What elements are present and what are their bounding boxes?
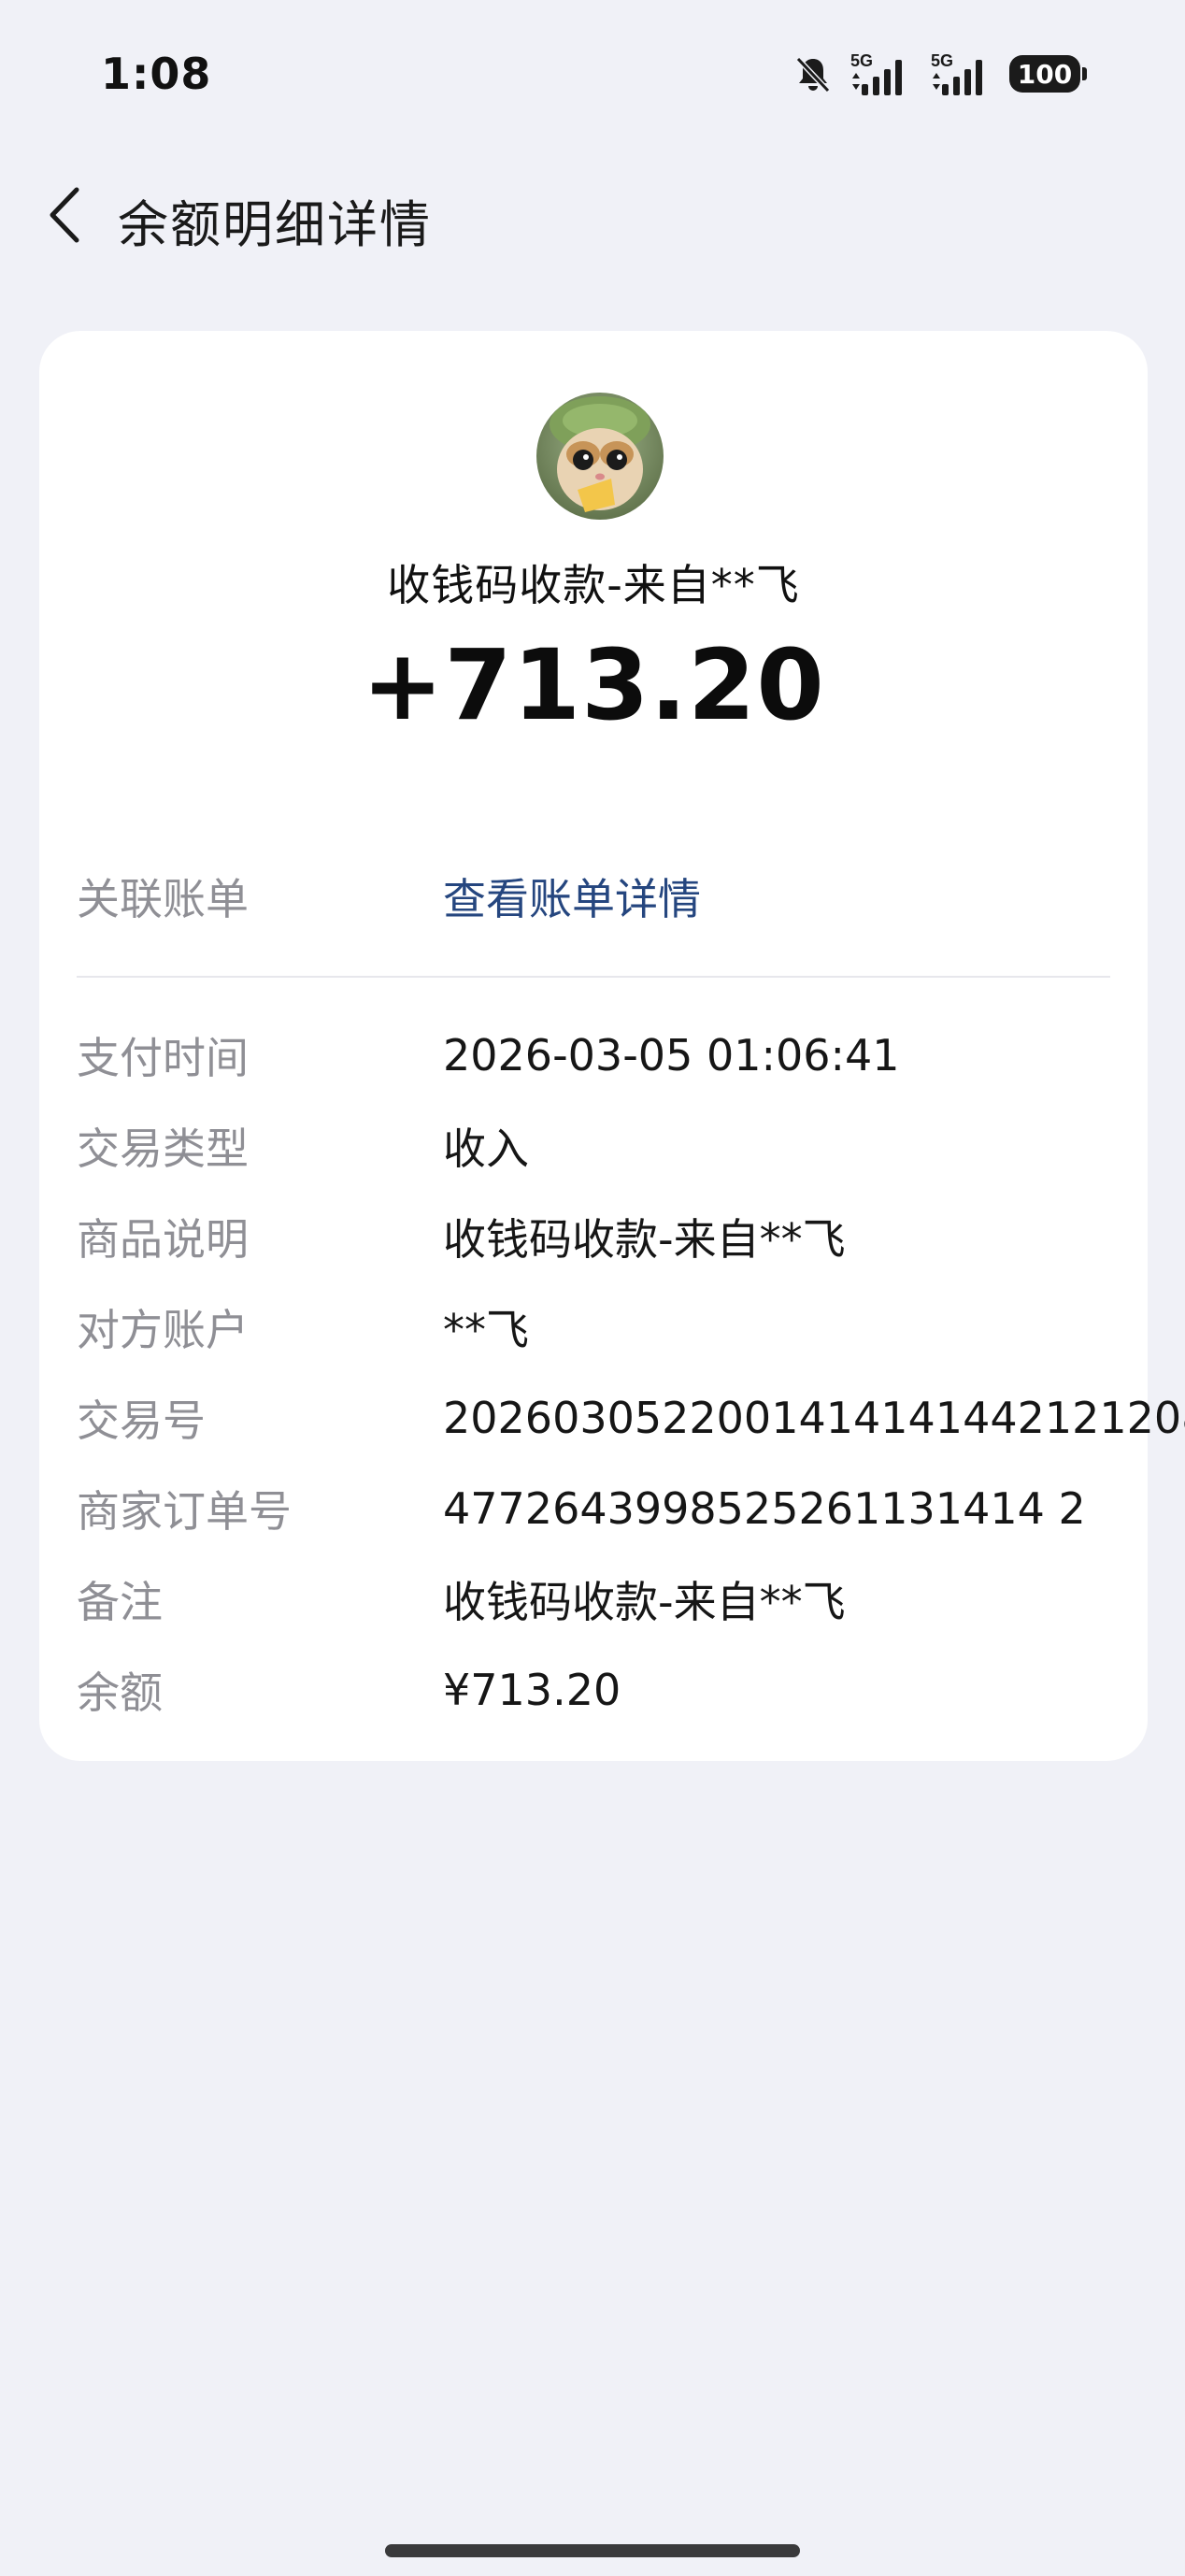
detail-label: 交易类型 bbox=[77, 1123, 249, 1174]
status-bar: 1:08 5G 5G 100 bbox=[0, 0, 1185, 159]
detail-label: 商品说明 bbox=[77, 1214, 249, 1265]
avatar bbox=[536, 393, 664, 520]
battery-icon: 100 bbox=[1009, 55, 1087, 93]
related-bill-row: 关联账单 查看账单详情 bbox=[77, 864, 1110, 929]
detail-label: 商家订单号 bbox=[77, 1486, 292, 1537]
cat-avatar-icon bbox=[536, 393, 664, 520]
transaction-title: 收钱码收款-来自**飞 bbox=[387, 560, 800, 610]
detail-row-balance: 余额 ¥713.20 bbox=[77, 1657, 1110, 1723]
transaction-amount: +713.20 bbox=[362, 628, 825, 742]
detail-label: 余额 bbox=[77, 1667, 163, 1718]
related-bill-label: 关联账单 bbox=[77, 874, 249, 924]
detail-value[interactable]: 4772643998525261131414 2 bbox=[443, 1483, 1086, 1534]
detail-label: 对方账户 bbox=[77, 1305, 249, 1355]
detail-label: 交易号 bbox=[77, 1395, 206, 1446]
detail-value: 收钱码收款-来自**飞 bbox=[443, 1577, 846, 1627]
status-icons: 5G 5G 100 bbox=[792, 50, 1087, 97]
signal-5g-icon-2: 5G bbox=[929, 50, 994, 97]
detail-row-transaction-id: 交易号 2026030522001414141442121208 bbox=[77, 1385, 1185, 1451]
detail-row-product-description: 商品说明 收钱码收款-来自**飞 bbox=[77, 1204, 1110, 1269]
status-time: 1:08 bbox=[101, 49, 212, 99]
signal-5g-icon-1: 5G bbox=[849, 50, 914, 97]
svg-text:5G: 5G bbox=[850, 51, 873, 70]
view-bill-details-link[interactable]: 查看账单详情 bbox=[443, 866, 701, 927]
chevron-left-icon bbox=[50, 187, 79, 243]
transaction-card: 收钱码收款-来自**飞 +713.20 关联账单 查看账单详情 支付时间 202… bbox=[39, 331, 1185, 1761]
svg-text:5G: 5G bbox=[931, 51, 953, 70]
detail-value: ¥713.20 bbox=[443, 1665, 621, 1715]
detail-row-remark: 备注 收钱码收款-来自**飞 bbox=[77, 1567, 1110, 1632]
detail-row-merchant-order-id: 商家订单号 4772643998525261131414 2 bbox=[77, 1476, 1110, 1541]
detail-value: 2026-03-05 01:06:41 bbox=[443, 1030, 900, 1080]
home-indicator[interactable] bbox=[385, 2544, 800, 2557]
battery-level: 100 bbox=[1017, 58, 1073, 90]
detail-value[interactable]: 2026030522001414141442121208 bbox=[443, 1393, 1185, 1443]
detail-row-counterparty: 对方账户 **飞 bbox=[77, 1295, 1110, 1360]
detail-value: **飞 bbox=[443, 1305, 529, 1355]
detail-value: 收钱码收款-来自**飞 bbox=[443, 1214, 846, 1265]
detail-label: 支付时间 bbox=[77, 1033, 249, 1083]
divider bbox=[77, 976, 1110, 978]
mute-bell-icon bbox=[792, 53, 834, 94]
detail-label: 备注 bbox=[77, 1577, 163, 1627]
header: 余额明细详情 bbox=[0, 168, 1185, 262]
detail-row-payment-time: 支付时间 2026-03-05 01:06:41 bbox=[77, 1023, 1110, 1088]
back-button[interactable] bbox=[28, 178, 103, 252]
page-title: 余额明细详情 bbox=[118, 195, 432, 254]
detail-value: 收入 bbox=[443, 1123, 529, 1174]
detail-row-transaction-type: 交易类型 收入 bbox=[77, 1113, 1110, 1179]
